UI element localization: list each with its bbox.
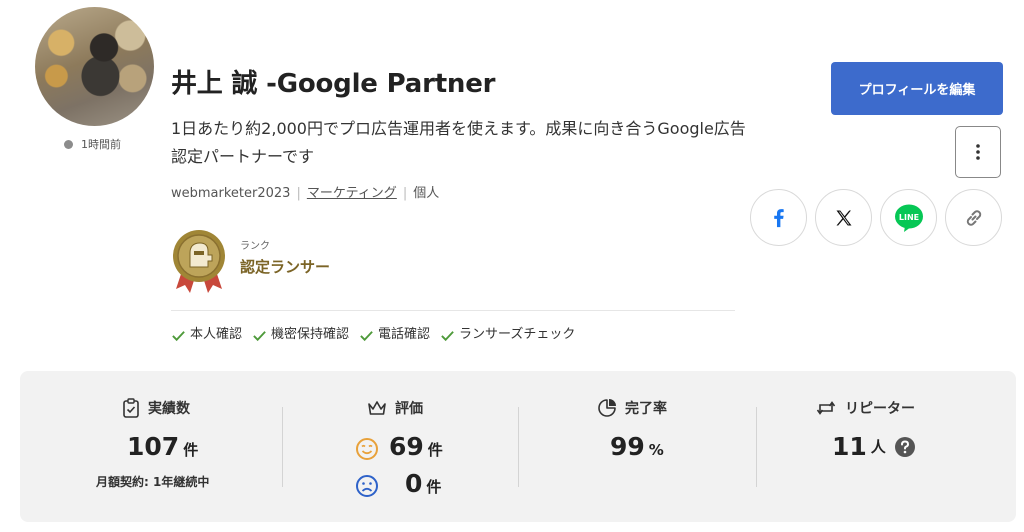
- stat-repeater-value: 11 人: [832, 432, 916, 462]
- pie-chart-icon: [598, 399, 616, 417]
- check-icon: [172, 330, 185, 341]
- completion-number: 99: [610, 432, 645, 461]
- stat-completion: 完了率 99%: [519, 371, 757, 522]
- stat-achievements-sub: 月額契約: 1年継続中: [96, 475, 210, 489]
- verification-label: ランサーズチェック: [459, 327, 576, 342]
- smile-face-icon: [356, 437, 378, 460]
- rank-badge-icon: [172, 229, 226, 295]
- stat-repeater: リピーター 11 人: [757, 371, 1016, 522]
- stat-completion-value: 99%: [610, 432, 664, 465]
- verification-item: 電話確認: [359, 325, 430, 345]
- profile-avatar: [35, 7, 154, 126]
- account-type: 個人: [413, 186, 440, 201]
- check-icon: [441, 330, 454, 341]
- sad-face-icon: [356, 474, 378, 497]
- rank-label: ランク: [240, 241, 270, 252]
- share-x-button[interactable]: [815, 189, 872, 246]
- verification-label: 本人確認: [190, 327, 243, 342]
- share-line-button[interactable]: LINE: [880, 189, 937, 246]
- profile-title: 井上 誠 -Google Partner: [171, 69, 496, 99]
- verification-list: 本人確認 機密保持確認 電話確認 ランサーズチェック: [171, 325, 575, 345]
- repeater-number: 11: [832, 432, 867, 461]
- check-icon: [253, 330, 266, 341]
- rating-good-number: 69: [389, 432, 424, 461]
- rating-bad-row: 0件: [355, 469, 441, 502]
- line-icon: LINE: [894, 204, 923, 232]
- help-question-icon[interactable]: [894, 436, 916, 458]
- completion-unit: %: [648, 441, 664, 459]
- achievements-number: 107: [127, 432, 180, 461]
- link-icon: [966, 209, 981, 226]
- stat-repeater-label: リピーター: [845, 401, 915, 417]
- profile-catchphrase: 1日あたり約2,000円でプロ広告運用者を使えます。成果に向き合うGoogle広…: [171, 119, 746, 166]
- stat-achievements-label: 実績数: [148, 401, 190, 417]
- rating-good-unit: 件: [427, 441, 443, 459]
- rank-value: 認定ランサー: [240, 258, 331, 276]
- more-options-button[interactable]: [955, 126, 1001, 178]
- category-link[interactable]: マーケティング: [307, 186, 397, 201]
- profile-meta: webmarketer2023 | マーケティング | 個人: [171, 186, 440, 201]
- stat-rating: 評価 69 件 0件: [283, 371, 519, 522]
- clipboard-check-icon: [123, 398, 139, 418]
- rating-bad-unit: 件: [426, 478, 442, 496]
- rating-bad-number: 0: [405, 469, 423, 498]
- line-text: LINE: [898, 213, 918, 222]
- repeat-icon: [816, 401, 836, 415]
- stat-achievements-value: 107 件: [127, 432, 198, 465]
- verification-item: ランサーズチェック: [440, 325, 575, 345]
- share-link-button[interactable]: [945, 189, 1002, 246]
- verification-item: 機密保持確認: [252, 325, 349, 345]
- stats-panel: 実績数 107 件 月額契約: 1年継続中 評価 69 件 0 件 完了率 99…: [20, 371, 1016, 522]
- edit-profile-button[interactable]: プロフィールを編集: [831, 62, 1003, 115]
- achievements-unit: 件: [183, 441, 199, 459]
- verification-label: 機密保持確認: [271, 327, 350, 342]
- stat-completion-label: 完了率: [625, 401, 667, 417]
- verification-item: 本人確認: [171, 325, 242, 345]
- repeater-unit: 人: [870, 438, 886, 456]
- share-facebook-button[interactable]: [750, 189, 807, 246]
- stat-rating-label: 評価: [395, 401, 423, 417]
- more-vertical-icon: [976, 144, 980, 160]
- online-status-dot: [64, 140, 73, 149]
- verification-label: 電話確認: [378, 327, 431, 342]
- profile-divider: [171, 310, 735, 311]
- check-icon: [360, 330, 373, 341]
- username: webmarketer2023: [171, 186, 291, 201]
- last-login-time: 1時間前: [81, 138, 121, 151]
- stat-achievements: 実績数 107 件 月額契約: 1年継続中: [20, 371, 282, 522]
- facebook-icon: [773, 208, 784, 227]
- crown-icon: [368, 401, 386, 415]
- x-icon: [836, 210, 851, 225]
- rating-good-row: 69 件: [355, 432, 443, 465]
